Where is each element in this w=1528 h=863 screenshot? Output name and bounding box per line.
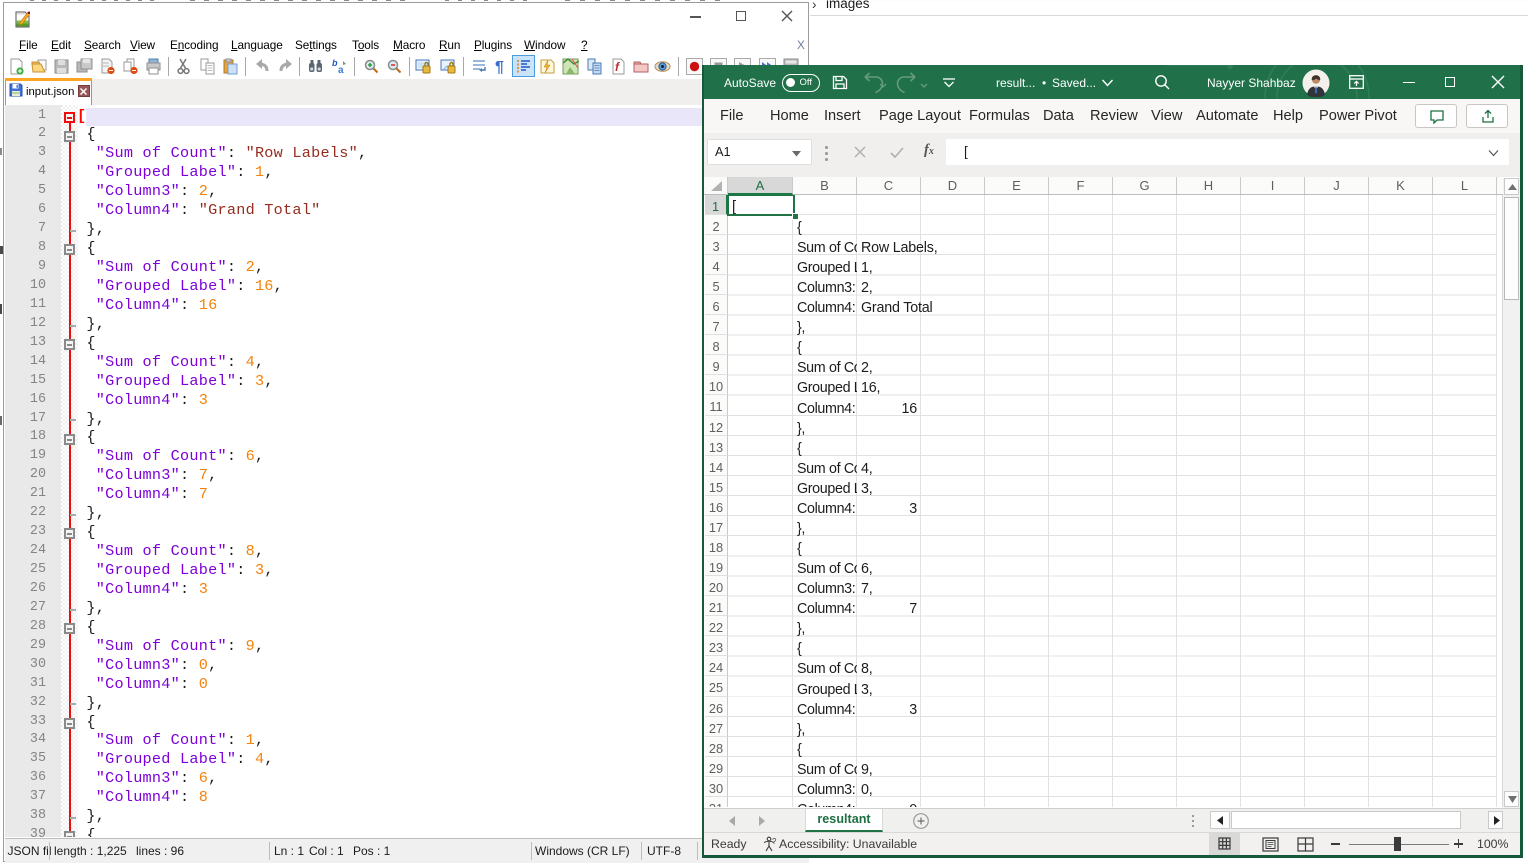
svg-text:?: ? (772, 837, 777, 846)
svg-text:¶: ¶ (495, 59, 504, 75)
svg-text:a: a (338, 65, 344, 75)
